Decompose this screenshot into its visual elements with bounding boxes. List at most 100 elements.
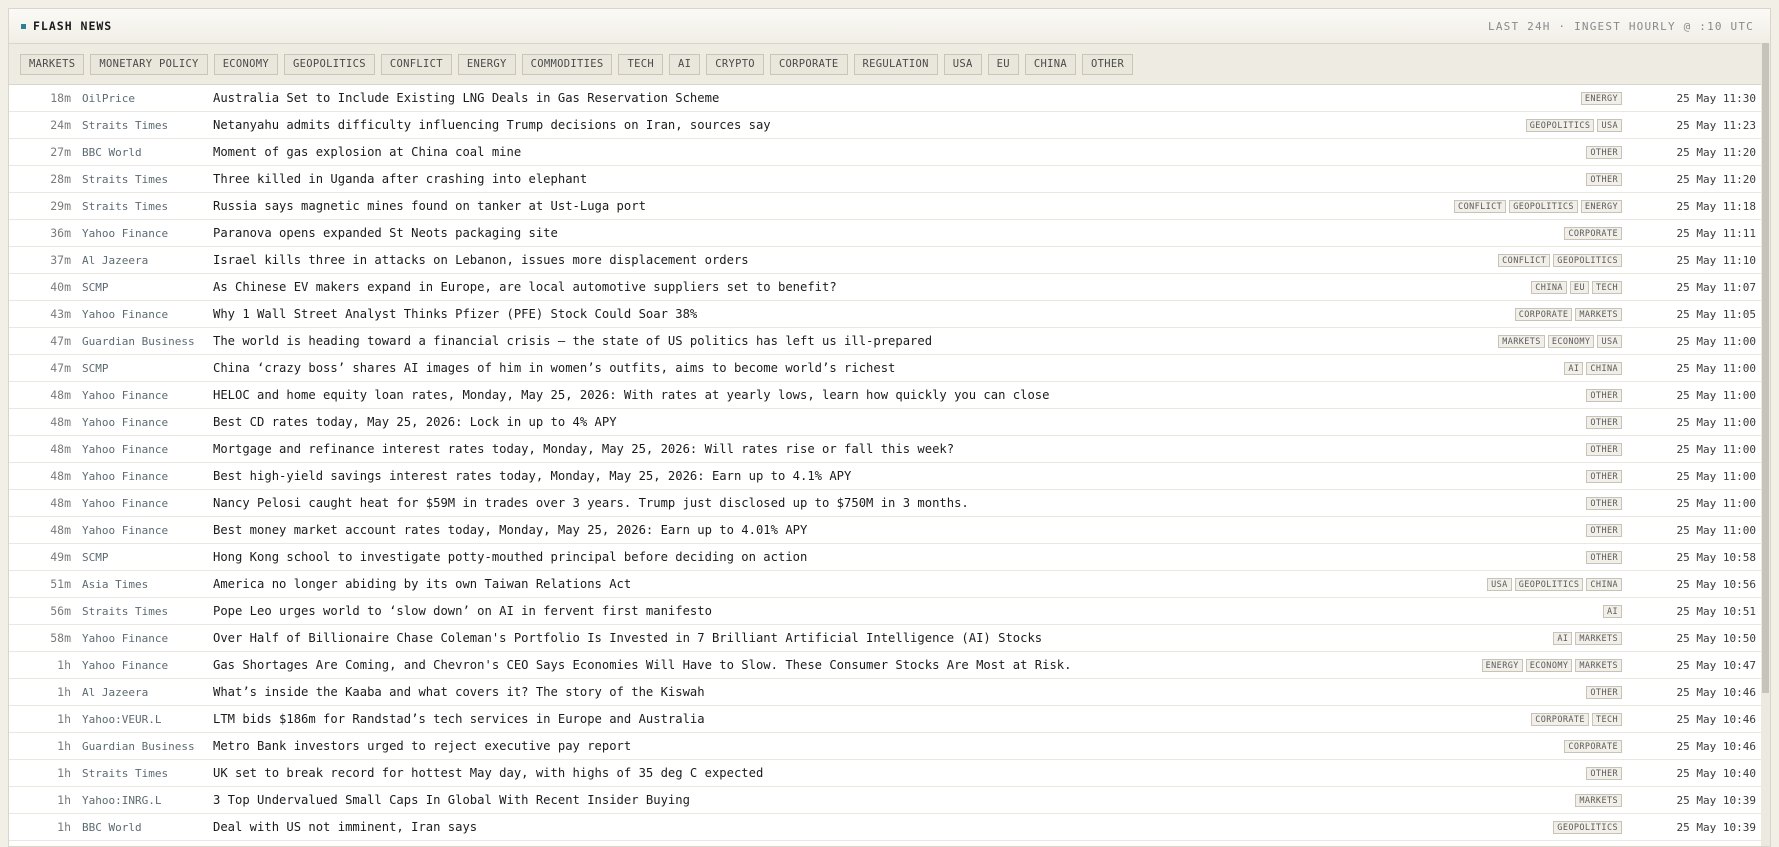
filter-chip-energy[interactable]: ENERGY [457, 53, 516, 75]
category-tag: OTHER [1586, 145, 1622, 159]
filter-chip-monetary-policy[interactable]: MONETARY POLICY [90, 53, 208, 75]
news-tags: CHINA EU TECH [1531, 280, 1622, 294]
news-row[interactable]: 48m Yahoo Finance Best money market accoun… [9, 517, 1770, 544]
news-row[interactable]: 47m Guardian Business The world is heading… [9, 328, 1770, 355]
filter-chip-china[interactable]: CHINA [1024, 53, 1076, 75]
ingest-status: LAST 24H · INGEST HOURLY @ :10 UTC [1488, 19, 1754, 33]
news-row[interactable]: 48m Yahoo Finance Best high-yield savings … [9, 463, 1770, 490]
filter-chip-other[interactable]: OTHER [1081, 53, 1134, 75]
news-row[interactable]: 48m Yahoo Finance HELOC and home equity lo… [9, 382, 1770, 409]
news-headline[interactable]: Hong Kong school to investigate potty-mo… [213, 550, 1586, 564]
news-age: 51m [50, 577, 71, 591]
news-row[interactable]: 28m Straits Times Three killed in Uganda a… [9, 166, 1770, 193]
news-row[interactable]: 18m OilPrice Australia Set to Include Exis… [9, 85, 1770, 112]
news-row[interactable]: 36m Yahoo Finance Paranova opens expanded … [9, 220, 1770, 247]
news-headline[interactable]: Pope Leo urges world to ‘slow down’ on A… [213, 604, 1603, 618]
news-age: 1h [57, 766, 71, 780]
news-headline[interactable]: Paranova opens expanded St Neots packagi… [213, 226, 1564, 240]
news-row[interactable]: 58m Yahoo Finance Over Half of Billionaire… [9, 625, 1770, 652]
news-headline[interactable]: Gas Shortages Are Coming, and Chevron's … [213, 658, 1482, 672]
news-tags: OTHER [1586, 766, 1622, 780]
news-headline[interactable]: Over Half of Billionaire Chase Coleman's… [213, 631, 1553, 645]
filter-chip-conflict[interactable]: CONFLICT [380, 53, 452, 75]
news-headline[interactable]: HELOC and home equity loan rates, Monday… [213, 388, 1586, 402]
news-row[interactable]: 27m BBC World Moment of gas explosion at C… [9, 139, 1770, 166]
news-headline[interactable]: Three killed in Uganda after crashing in… [213, 172, 1586, 186]
news-headline[interactable]: Deal with US not imminent, Iran says [213, 820, 1553, 834]
news-row[interactable]: 48m Yahoo Finance Best CD rates today, May… [9, 409, 1770, 436]
news-headline[interactable]: Why 1 Wall Street Analyst Thinks Pfizer … [213, 307, 1515, 321]
scrollbar-thumb[interactable] [1762, 43, 1769, 693]
news-row[interactable]: 56m Straits Times Pope Leo urges world to … [9, 598, 1770, 625]
news-row[interactable]: 40m SCMP As Chinese EV makers expand in Eu… [9, 274, 1770, 301]
filter-chip-corporate[interactable]: CORPORATE [769, 53, 848, 75]
news-headline[interactable]: Best high-yield savings interest rates t… [213, 469, 1586, 483]
filter-chip-tech[interactable]: TECH [618, 53, 663, 75]
news-age: 40m [50, 280, 71, 294]
news-tags: CORPORATE MARKETS [1514, 307, 1622, 321]
news-headline[interactable]: Mortgage and refinance interest rates to… [213, 442, 1586, 456]
filter-chip-markets[interactable]: MARKETS [20, 53, 85, 75]
news-age: 43m [50, 307, 71, 321]
news-row[interactable]: 48m Yahoo Finance Mortgage and refinance i… [9, 436, 1770, 463]
news-headline[interactable]: Nancy Pelosi caught heat for $59M in tra… [213, 496, 1586, 510]
news-row[interactable]: 29m Straits Times Russia says magnetic min… [9, 193, 1770, 220]
filter-chip-ai[interactable]: AI [668, 53, 701, 75]
filter-chip-regulation[interactable]: REGULATION [853, 53, 938, 75]
news-row[interactable]: 1h Guardian Business Metro Bank investors … [9, 733, 1770, 760]
news-timestamp: 25 May 11:10 [1676, 253, 1756, 267]
news-row[interactable]: 1h Straits Times UK set to break record fo… [9, 760, 1770, 787]
news-headline[interactable]: What’s inside the Kaaba and what covers … [213, 685, 1586, 699]
news-row[interactable]: 1h Al Jazeera What’s inside the Kaaba and … [9, 679, 1770, 706]
news-tags: AI CHINA [1564, 361, 1622, 375]
flash-news-panel: FLASH NEWS LAST 24H · INGEST HOURLY @ :1… [8, 8, 1771, 847]
news-headline[interactable]: LTM bids $186m for Randstad’s tech servi… [213, 712, 1531, 726]
news-tags: OTHER [1586, 550, 1622, 564]
filter-chip-usa[interactable]: USA [943, 53, 982, 75]
news-row[interactable]: 24m Straits Times Netanyahu admits difficu… [9, 112, 1770, 139]
news-headline[interactable]: Best CD rates today, May 25, 2026: Lock … [213, 415, 1586, 429]
news-row[interactable]: 43m Yahoo Finance Why 1 Wall Street Analys… [9, 301, 1770, 328]
filter-chip-eu[interactable]: EU [987, 53, 1019, 75]
news-headline[interactable]: UK set to break record for hottest May d… [213, 766, 1586, 780]
news-row[interactable]: 1h Yahoo:INRG.L 3 Top Undervalued Small Ca… [9, 787, 1770, 814]
news-headline[interactable]: America no longer abiding by its own Tai… [213, 577, 1487, 591]
category-tag: EU [1569, 280, 1589, 294]
news-row[interactable]: 48m Yahoo Finance Nancy Pelosi caught heat… [9, 490, 1770, 517]
news-headline[interactable]: Metro Bank investors urged to reject exe… [213, 739, 1564, 753]
news-headline[interactable]: Netanyahu admits difficulty influencing … [213, 118, 1526, 132]
news-row[interactable]: 1h Yahoo Finance Gas Shortages Are Coming,… [9, 652, 1770, 679]
news-headline[interactable]: Australia Set to Include Existing LNG De… [213, 91, 1581, 105]
news-headline[interactable]: Russia says magnetic mines found on tank… [213, 199, 1454, 213]
news-row[interactable]: 47m SCMP China ‘crazy boss’ shares AI imag… [9, 355, 1770, 382]
news-age: 36m [50, 226, 71, 240]
scrollbar[interactable] [1761, 43, 1770, 846]
filter-chip-geopolitics[interactable]: GEOPOLITICS [284, 53, 375, 75]
news-headline[interactable]: China ‘crazy boss’ shares AI images of h… [213, 361, 1564, 375]
filter-chip-commodities[interactable]: COMMODITIES [521, 53, 613, 75]
news-timestamp: 25 May 11:20 [1676, 172, 1756, 186]
news-headline[interactable]: Moment of gas explosion at China coal mi… [213, 145, 1586, 159]
news-timestamp: 25 May 10:56 [1676, 577, 1756, 591]
news-headline[interactable]: 3 Top Undervalued Small Caps In Global W… [213, 793, 1575, 807]
news-timestamp: 25 May 11:11 [1676, 226, 1756, 240]
news-timestamp: 25 May 10:40 [1676, 766, 1756, 780]
filter-chip-economy[interactable]: ECONOMY [213, 53, 279, 75]
news-headline[interactable]: The world is heading toward a financial … [213, 334, 1498, 348]
news-timestamp: 25 May 11:23 [1676, 118, 1756, 132]
category-tag: OTHER [1586, 469, 1622, 483]
news-tags: OTHER [1586, 388, 1622, 402]
filter-chip-crypto[interactable]: CRYPTO [706, 53, 764, 75]
news-row[interactable]: 37m Al Jazeera Israel kills three in attac… [9, 247, 1770, 274]
news-headline[interactable]: Israel kills three in attacks on Lebanon… [213, 253, 1498, 267]
news-row[interactable]: 1h BBC World Deal with US not imminent, Ir… [9, 814, 1770, 841]
news-row[interactable]: 49m SCMP Hong Kong school to investigate p… [9, 544, 1770, 571]
category-tag: GEOPOLITICS [1553, 253, 1622, 267]
news-headline[interactable]: As Chinese EV makers expand in Europe, a… [213, 280, 1531, 294]
category-tag: GEOPOLITICS [1514, 577, 1584, 591]
news-row[interactable]: 1h Yahoo:VEUR.L LTM bids $186m for Randsta… [9, 706, 1770, 733]
news-headline[interactable]: Best money market account rates today, M… [213, 523, 1586, 537]
news-row[interactable]: 51m Asia Times America no longer abiding b… [9, 571, 1770, 598]
news-source: Guardian Business [82, 739, 195, 753]
category-tag: ENERGY [1580, 199, 1622, 213]
